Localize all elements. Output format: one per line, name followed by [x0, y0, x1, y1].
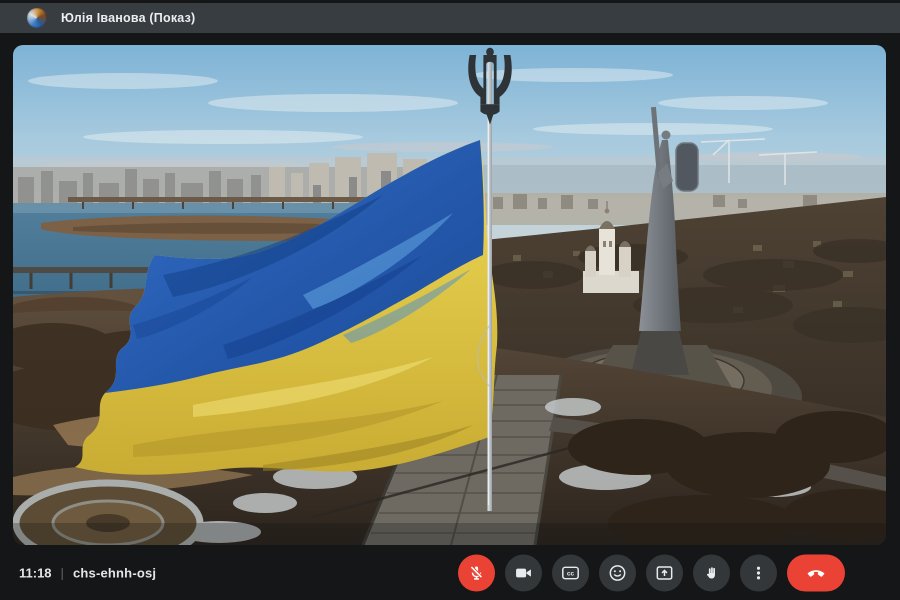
reactions-button[interactable] — [599, 554, 636, 591]
raise-hand-button[interactable] — [693, 554, 730, 591]
meeting-meta: 11:18 | chs-ehnh-osj — [19, 565, 156, 580]
presenter-avatar — [27, 8, 47, 28]
mic-off-icon — [466, 562, 487, 583]
meta-separator: | — [61, 565, 64, 580]
controls-row: cc — [458, 554, 845, 591]
svg-text:cc: cc — [567, 570, 575, 577]
present-screen-button[interactable] — [646, 554, 683, 591]
closed-captions-icon: cc — [560, 562, 581, 583]
video-feed — [13, 45, 886, 545]
captions-button[interactable]: cc — [552, 554, 589, 591]
mic-toggle-button[interactable] — [458, 554, 495, 591]
more-options-button[interactable] — [740, 554, 777, 591]
presenter-name-label: Юлія Іванова (Показ) — [61, 11, 195, 25]
emoji-smile-icon — [607, 562, 628, 583]
meeting-code: chs-ehnh-osj — [73, 565, 156, 580]
three-dots-vertical-icon — [748, 562, 769, 583]
raise-hand-icon — [701, 562, 722, 583]
kyiv-flag-scene — [13, 45, 886, 545]
phone-hangup-icon — [804, 561, 828, 585]
video-camera-icon — [513, 562, 534, 583]
present-screen-icon — [654, 562, 675, 583]
clock-time: 11:18 — [19, 565, 52, 580]
end-call-button[interactable] — [787, 554, 845, 591]
call-control-bar: 11:18 | chs-ehnh-osj cc — [0, 545, 900, 600]
presenter-bar: Юлія Іванова (Показ) — [0, 3, 900, 33]
camera-toggle-button[interactable] — [505, 554, 542, 591]
